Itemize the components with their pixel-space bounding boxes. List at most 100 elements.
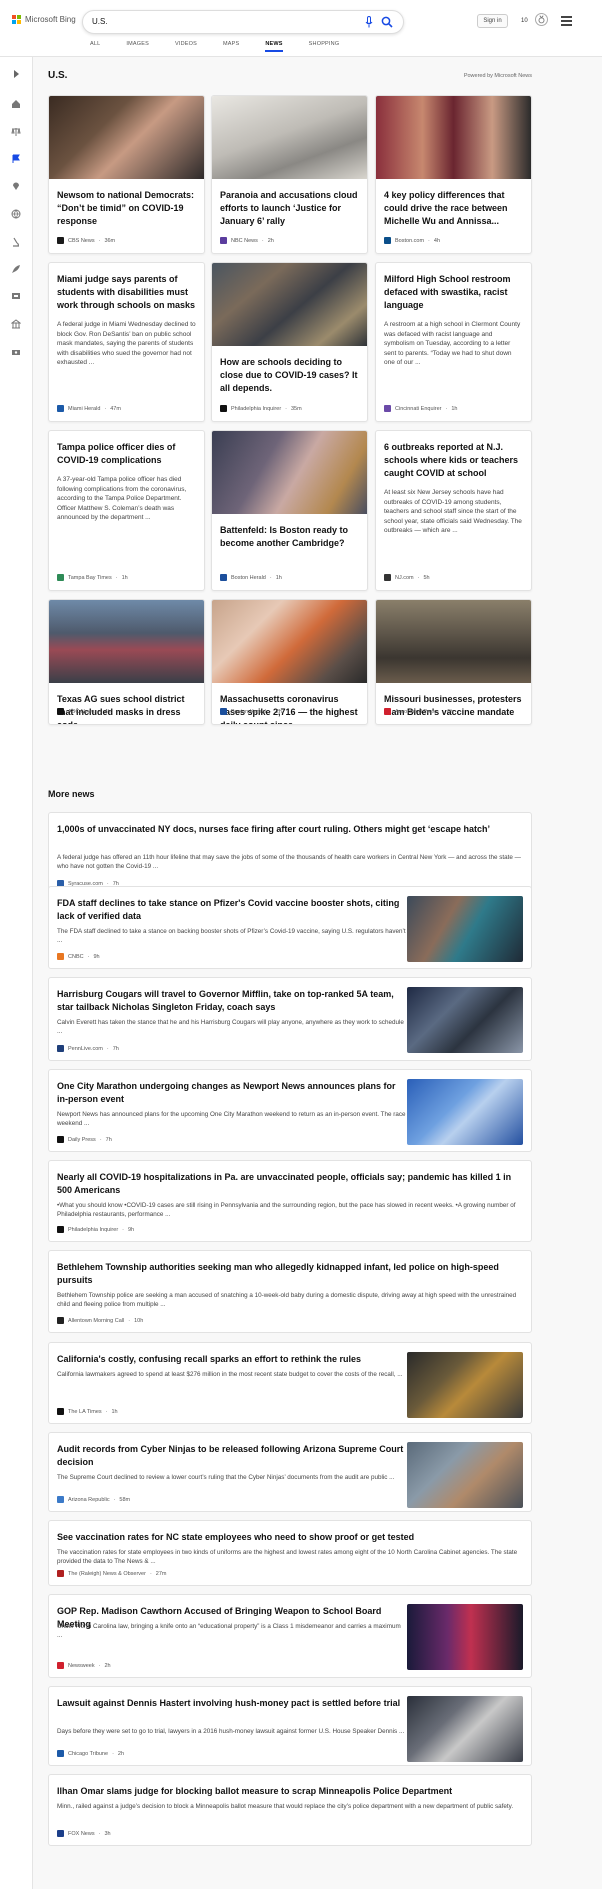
news-source[interactable]: Newsweek · 2h — [57, 1662, 111, 1669]
card-source[interactable]: Philadelphia Inquirer · 35m — [220, 405, 302, 412]
news-source[interactable]: Chicago Tribune · 2h — [57, 1750, 124, 1757]
building-icon[interactable] — [11, 319, 21, 329]
news-title[interactable]: 1,000s of unvaccinated NY docs, nurses f… — [57, 823, 523, 836]
card-title[interactable]: Paranoia and accusations cloud efforts t… — [220, 189, 359, 228]
card-image[interactable] — [212, 431, 367, 514]
news-title[interactable]: Ilhan Omar slams judge for blocking ball… — [57, 1785, 523, 1798]
news-source[interactable]: Daily Press · 7h — [57, 1136, 112, 1143]
news-source[interactable]: CNBC · 9h — [57, 953, 100, 960]
tab-all[interactable]: ALL — [90, 41, 100, 52]
news-list-item[interactable]: GOP Rep. Madison Cawthorn Accused of Bri… — [48, 1594, 532, 1678]
news-source[interactable]: Allentown Morning Call · 10h — [57, 1317, 143, 1324]
medal-icon[interactable] — [535, 13, 548, 26]
card-source[interactable]: Cincinnati Enquirer · 1h — [384, 405, 457, 412]
expand-icon[interactable] — [11, 69, 21, 79]
news-list-item[interactable]: One City Marathon undergoing changes as … — [48, 1069, 532, 1152]
news-thumbnail[interactable] — [407, 1604, 523, 1670]
card-title[interactable]: Battenfeld: Is Boston ready to become an… — [220, 524, 359, 550]
card-source[interactable]: CBS News · 36m — [57, 237, 115, 244]
tab-news[interactable]: NEWS — [265, 41, 283, 52]
card-source[interactable]: Associated Press · 5h — [384, 708, 453, 715]
news-source[interactable]: FOX News · 3h — [57, 1830, 111, 1837]
news-card[interactable]: Battenfeld: Is Boston ready to become an… — [211, 430, 368, 591]
flag-icon[interactable] — [11, 154, 21, 164]
sign-in-button[interactable]: Sign in — [477, 14, 508, 28]
card-image[interactable] — [49, 96, 204, 179]
news-title[interactable]: See vaccination rates for NC state emplo… — [57, 1531, 523, 1544]
card-image[interactable] — [376, 600, 531, 683]
news-card[interactable]: Paranoia and accusations cloud efforts t… — [211, 95, 368, 254]
news-list-item[interactable]: Nearly all COVID-19 hospitalizations in … — [48, 1160, 532, 1242]
news-title[interactable]: Lawsuit against Dennis Hastert involving… — [57, 1697, 407, 1710]
news-title[interactable]: Audit records from Cyber Ninjas to be re… — [57, 1443, 407, 1469]
news-thumbnail[interactable] — [407, 1352, 523, 1418]
news-thumbnail[interactable] — [407, 987, 523, 1053]
news-card[interactable]: Miami judge says parents of students wit… — [48, 262, 205, 422]
film-icon[interactable] — [11, 291, 21, 301]
microscope-icon[interactable] — [11, 237, 21, 247]
card-title[interactable]: Newsom to national Democrats: “Don’t be … — [57, 189, 196, 228]
news-card[interactable]: Massachusetts coronavirus cases spike 2,… — [211, 599, 368, 725]
card-title[interactable]: Tampa police officer dies of COVID-19 co… — [57, 441, 196, 467]
search-input[interactable]: U.S. — [92, 17, 108, 26]
news-card[interactable]: 4 key policy differences that could driv… — [375, 95, 532, 254]
tab-shopping[interactable]: SHOPPING — [309, 41, 340, 52]
news-title[interactable]: Harrisburg Cougars will travel to Govern… — [57, 988, 407, 1014]
news-list-item[interactable]: FDA staff declines to take stance on Pfi… — [48, 886, 532, 969]
news-list-item[interactable]: Ilhan Omar slams judge for blocking ball… — [48, 1774, 532, 1846]
news-title[interactable]: Bethlehem Township authorities seeking m… — [57, 1261, 523, 1287]
news-card[interactable]: Tampa police officer dies of COVID-19 co… — [48, 430, 205, 591]
news-card[interactable]: How are schools deciding to close due to… — [211, 262, 368, 422]
bing-logo[interactable]: Microsoft Bing — [12, 15, 76, 24]
search-icon[interactable] — [381, 16, 393, 28]
card-image[interactable] — [212, 96, 367, 179]
news-source[interactable]: The (Raleigh) News & Observer · 27m — [57, 1570, 167, 1577]
card-source[interactable]: NJ.com · 5h — [384, 574, 430, 581]
news-list-item[interactable]: Harrisburg Cougars will travel to Govern… — [48, 977, 532, 1061]
card-source[interactable]: Miami Herald · 47m — [57, 405, 121, 412]
card-title[interactable]: Miami judge says parents of students wit… — [57, 273, 196, 312]
card-image[interactable] — [49, 600, 204, 683]
card-title[interactable]: 6 outbreaks reported at N.J. schools whe… — [384, 441, 523, 480]
rewards-points[interactable]: 10 — [521, 18, 528, 24]
news-title[interactable]: California's costly, confusing recall sp… — [57, 1353, 407, 1366]
card-source[interactable]: Boston Herald · 1h — [220, 574, 282, 581]
card-source[interactable]: ABC News · 4h — [57, 708, 111, 715]
tab-videos[interactable]: VIDEOS — [175, 41, 197, 52]
news-card[interactable]: Milford High School restroom defaced wit… — [375, 262, 532, 422]
search-box[interactable]: U.S. — [82, 10, 404, 34]
news-thumbnail[interactable] — [407, 1696, 523, 1762]
card-source[interactable]: Boston Herald · 2h — [220, 708, 282, 715]
tab-maps[interactable]: MAPS — [223, 41, 239, 52]
news-list-item[interactable]: Bethlehem Township authorities seeking m… — [48, 1250, 532, 1333]
news-list-item[interactable]: 1,000s of unvaccinated NY docs, nurses f… — [48, 812, 532, 896]
news-card[interactable]: Newsom to national Democrats: “Don’t be … — [48, 95, 205, 254]
news-source[interactable]: The LA Times · 1h — [57, 1408, 118, 1415]
tab-images[interactable]: IMAGES — [126, 41, 149, 52]
news-title[interactable]: One City Marathon undergoing changes as … — [57, 1080, 407, 1106]
microphone-icon[interactable] — [365, 16, 373, 28]
card-source[interactable]: NBC News · 2h — [220, 237, 274, 244]
money-icon[interactable] — [11, 347, 21, 357]
rocket-icon[interactable] — [11, 264, 21, 274]
news-card[interactable]: 6 outbreaks reported at N.J. schools whe… — [375, 430, 532, 591]
news-card[interactable]: Texas AG sues school district that inclu… — [48, 599, 205, 725]
card-title[interactable]: How are schools deciding to close due to… — [220, 356, 359, 395]
card-source[interactable]: Tampa Bay Times · 1h — [57, 574, 128, 581]
news-list-item[interactable]: Audit records from Cyber Ninjas to be re… — [48, 1432, 532, 1512]
globe-icon[interactable] — [11, 209, 21, 219]
news-thumbnail[interactable] — [407, 896, 523, 962]
news-source[interactable]: Arizona Republic · 58m — [57, 1496, 130, 1503]
card-source[interactable]: Boston.com · 4h — [384, 237, 440, 244]
news-list-item[interactable]: See vaccination rates for NC state emplo… — [48, 1520, 532, 1586]
card-title[interactable]: 4 key policy differences that could driv… — [384, 189, 523, 228]
card-title[interactable]: Milford High School restroom defaced wit… — [384, 273, 523, 312]
scales-icon[interactable] — [11, 127, 21, 137]
news-list-item[interactable]: California's costly, confusing recall sp… — [48, 1342, 532, 1424]
home-icon[interactable] — [11, 99, 21, 109]
location-pin-icon[interactable] — [11, 181, 21, 191]
card-image[interactable] — [212, 263, 367, 346]
news-title[interactable]: Nearly all COVID-19 hospitalizations in … — [57, 1171, 523, 1197]
news-source[interactable]: PennLive.com · 7h — [57, 1045, 119, 1052]
news-source[interactable]: Philadelphia Inquirer · 9h — [57, 1226, 134, 1233]
